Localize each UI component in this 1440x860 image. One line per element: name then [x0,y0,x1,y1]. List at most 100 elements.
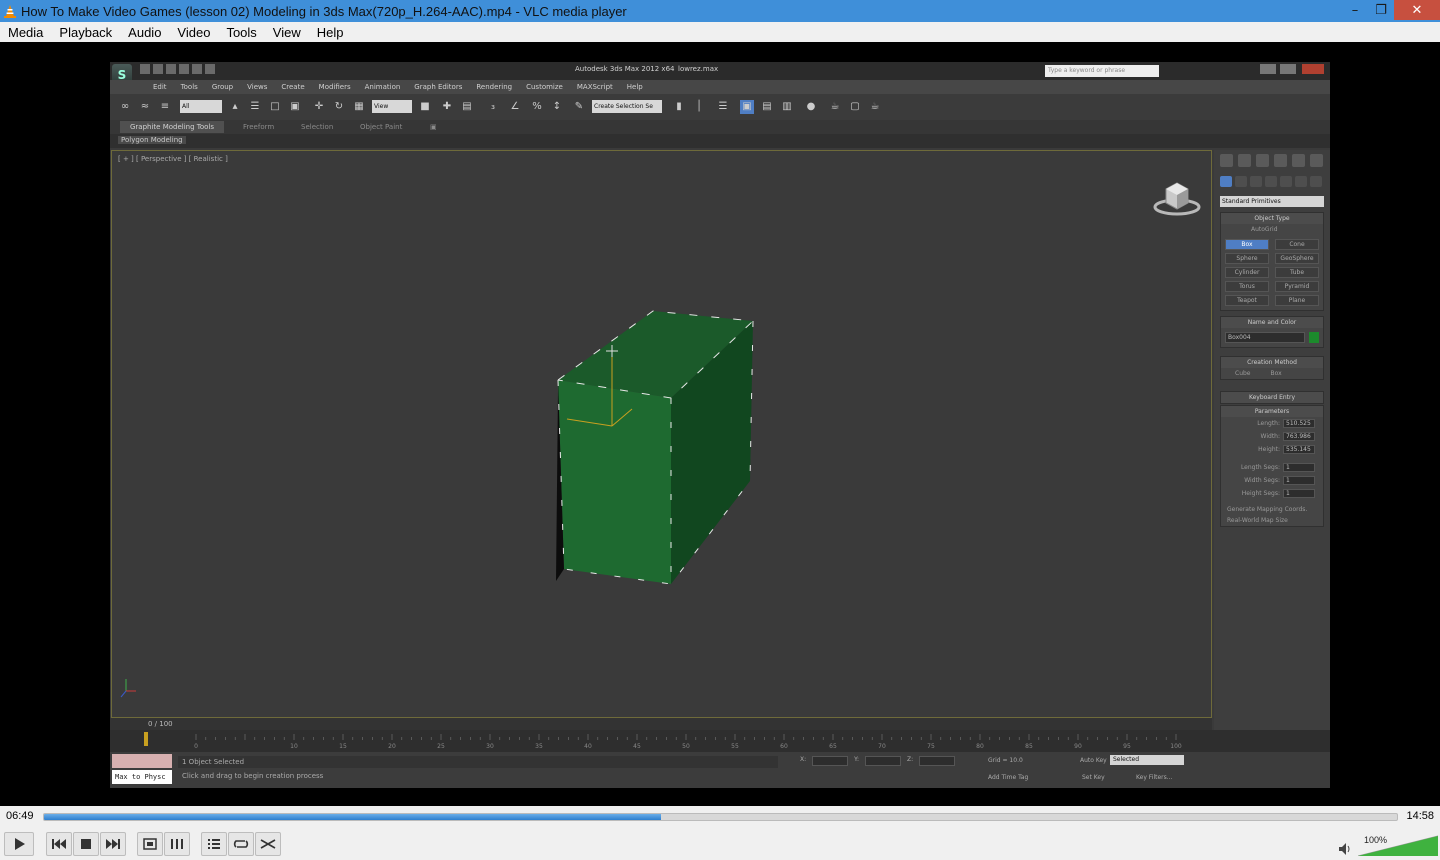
gen-mapping-checkbox: Generate Mapping Coords. [1227,506,1308,513]
length-segs-value: 1 [1283,463,1315,472]
fullscreen-button[interactable] [137,832,163,856]
shuffle-button[interactable] [255,832,281,856]
track-tick-label: 35 [535,743,543,750]
utilities-tab-icon [1310,154,1323,167]
angle-snap-icon: ∠ [510,101,520,112]
ribbon-panel-bar: Polygon Modeling [110,134,1330,148]
max-menu-create: Create [281,83,305,91]
space-warps-icon [1295,176,1307,187]
ribbon-options-icon: ▣ [430,123,437,131]
z-coord [919,756,956,766]
set-key-label: Set Key [1082,774,1105,781]
material-editor-icon: ● [806,101,816,112]
param-width-label: Width: [1260,433,1280,440]
open-file-icon [153,64,163,74]
menu-tools[interactable]: Tools [218,25,264,40]
primitive-category-dropdown: Standard Primitives [1220,196,1324,207]
window-title: How To Make Video Games (lesson 02) Mode… [21,3,627,19]
max-status-bar: Max to Physc 1 Object Selected Click and… [110,752,1330,788]
play-button[interactable] [4,832,34,856]
total-time: 14:58 [1406,810,1434,822]
create-tab-icon [1220,154,1233,167]
percent-snap-icon: % [532,101,542,112]
add-time-tag: Add Time Tag [988,774,1029,781]
perspective-viewport: [ + ] [ Perspective ] [ Realistic ] [111,150,1212,718]
curve-editor-icon: ▤ [762,101,772,112]
prim-box-button: Box [1225,239,1269,250]
menu-bar: Media Playback Audio Video Tools View He… [0,22,1440,42]
max-search-field: Type a keyword or phrase [1045,65,1159,77]
restore-button[interactable]: ❐ [1368,0,1394,20]
width-segs-value: 1 [1283,476,1315,485]
menu-help[interactable]: Help [309,25,352,40]
volume-slider[interactable] [1358,834,1438,856]
real-world-checkbox: Real-World Map Size [1227,517,1288,524]
named-selection-dropdown: Create Selection Se [592,100,662,113]
mirror-icon: ▮ [676,101,682,112]
helpers-icon [1280,176,1292,187]
track-tick-label: 100 [1170,743,1182,750]
creation-method-title: Creation Method [1221,357,1323,368]
keyboard-shortcut-icon: ▤ [462,101,472,112]
video-area[interactable]: S Autodesk 3ds Max 2012 x64 lowrez.max T… [0,42,1440,806]
menu-media[interactable]: Media [0,25,51,40]
stop-button[interactable] [73,832,99,856]
edit-named-sel-icon: ✎ [574,101,584,112]
modify-tab-icon [1238,154,1251,167]
next-button[interactable] [100,832,126,856]
track-tick-label: 70 [878,743,886,750]
max-close-icon [1302,64,1324,74]
previous-button[interactable] [46,832,72,856]
track-tick-label: 0 [194,743,198,750]
max-menu-views: Views [247,83,268,91]
menu-video[interactable]: Video [169,25,218,40]
prim-pyramid-button: Pyramid [1275,281,1319,292]
name-color-rollout: Name and Color Box004 [1220,316,1324,348]
quick-access-toolbar [140,64,215,74]
seek-slider[interactable] [43,813,1398,821]
ribbon-tab-freeform: Freeform [243,123,275,131]
close-button[interactable]: ✕ [1394,0,1440,20]
object-type-rollout: Object Type AutoGrid Box Cone Sphere Geo… [1220,212,1324,311]
x-label: X: [800,756,807,763]
equalizer-icon [171,839,183,849]
name-color-title: Name and Color [1221,317,1323,328]
create-subtabs [1220,176,1322,187]
align-icon: │ [695,101,703,112]
move-icon: ✛ [314,101,324,112]
loop-icon [233,840,249,848]
cameras-icon [1265,176,1277,187]
fullscreen-icon [143,838,157,850]
render-production-icon: ☕ [870,101,880,112]
selection-filter-dropdown: All [180,100,222,113]
height-segs-label: Height Segs: [1241,490,1280,497]
title-bar: How To Make Video Games (lesson 02) Mode… [0,0,1440,22]
key-mode-dropdown: Selected [1110,755,1184,765]
redo-icon [192,64,202,74]
loop-button[interactable] [228,832,254,856]
minimize-button[interactable]: – [1342,0,1368,20]
coordinate-display: X: Y: Z: [800,756,956,766]
length-segs-label: Length Segs: [1240,464,1280,471]
auto-key-label: Auto Key [1080,757,1107,764]
play-icon [15,838,25,850]
track-tick-label: 15 [339,743,347,750]
menu-view[interactable]: View [265,25,309,40]
extended-settings-button[interactable] [164,832,190,856]
speaker-icon[interactable] [1338,842,1352,856]
previous-icon [52,839,66,849]
track-bar: 0 10 15 20 25 30 35 40 45 50 55 60 65 70 75 80 85 90 95 100 [110,730,1330,752]
menu-playback[interactable]: Playback [51,25,120,40]
ribbon-tab-object-paint: Object Paint [360,123,403,131]
undo-icon [179,64,189,74]
prim-plane-button: Plane [1275,295,1319,306]
scale-icon: ▦ [354,101,364,112]
object-type-title: Object Type [1221,213,1323,224]
menu-audio[interactable]: Audio [120,25,169,40]
track-tick-label: 25 [437,743,445,750]
method-box-radio: Box [1270,370,1282,377]
method-cube-radio: Cube [1235,370,1251,377]
playlist-button[interactable] [201,832,227,856]
select-by-name-icon: ☰ [250,101,260,112]
layer-manager-icon: ☰ [718,101,728,112]
